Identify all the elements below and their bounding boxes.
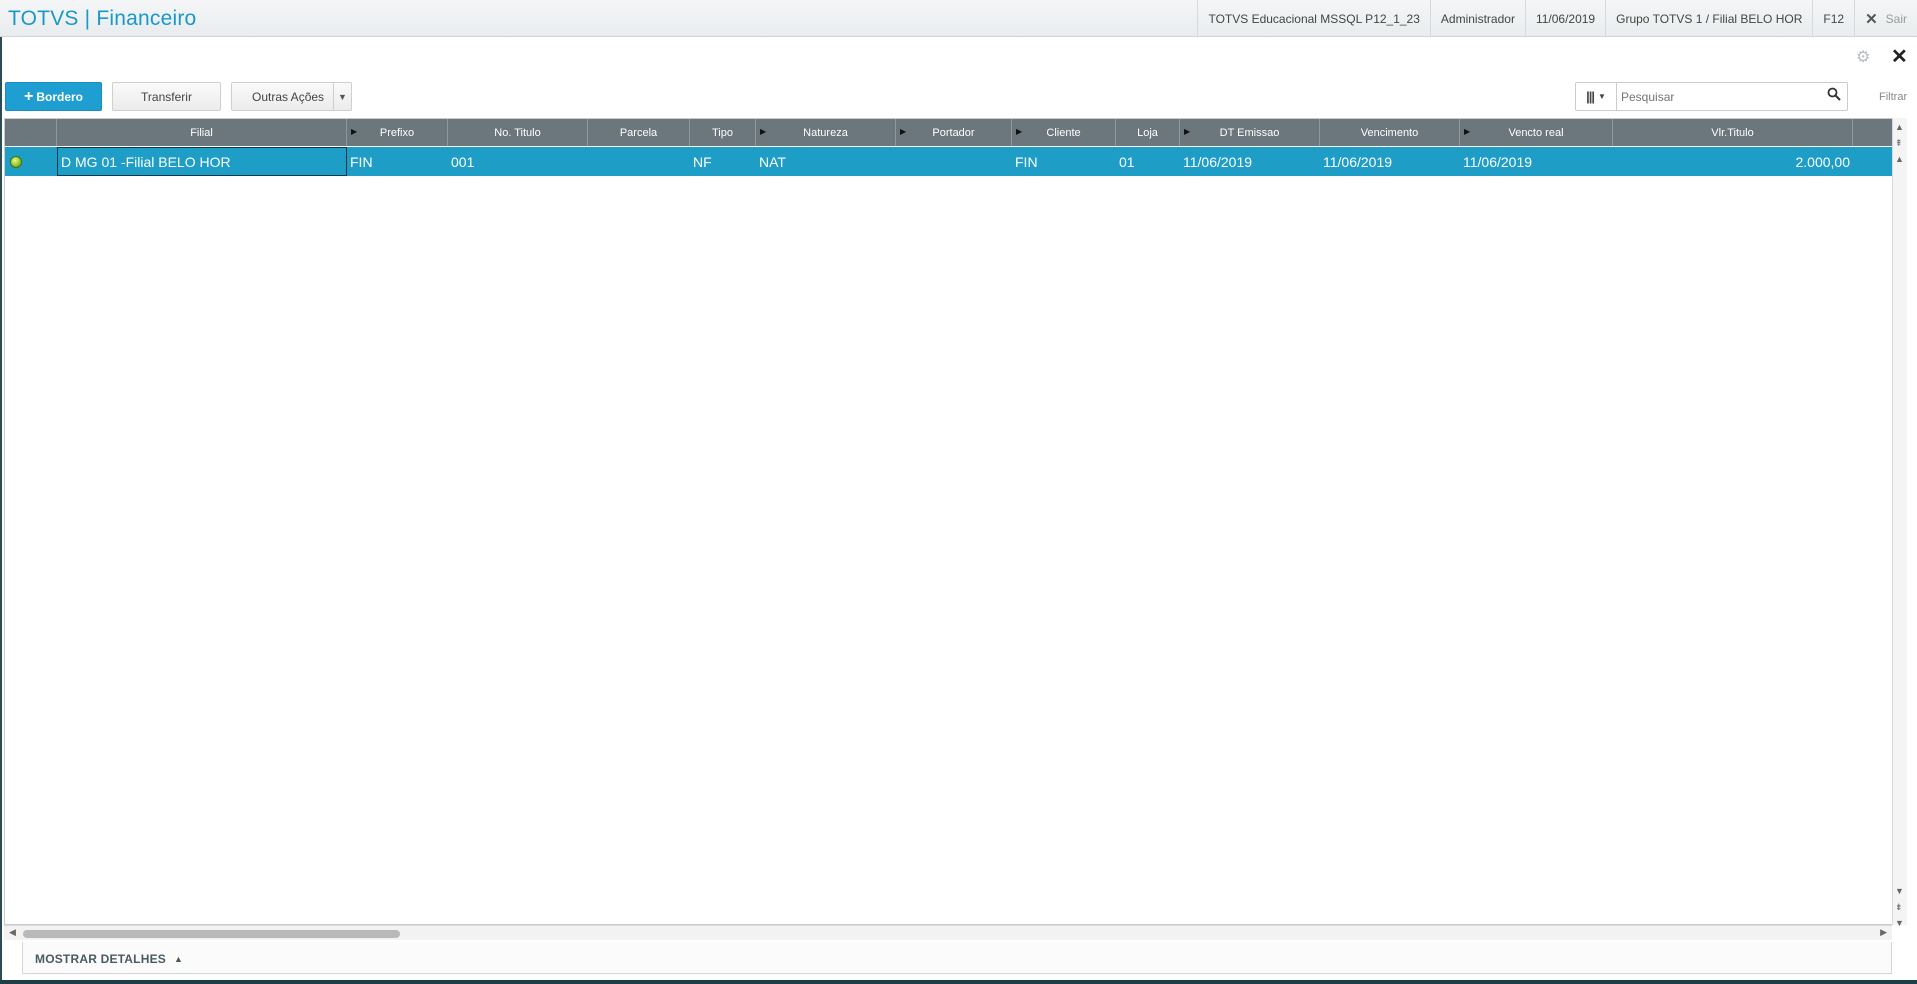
chevron-down-icon[interactable]: ▼ <box>333 83 351 110</box>
data-grid: Filial ▶ Prefixo No. Titulo Parcela Tipo … <box>4 118 1895 925</box>
scroll-bottom-icon[interactable]: ▼ <box>1895 918 1904 928</box>
expand-arrow-icon: ▶ <box>351 127 358 136</box>
show-details-label: MOSTRAR DETALHES <box>35 952 166 966</box>
bordero-button[interactable]: + Bordero <box>5 82 102 111</box>
user-label[interactable]: Administrador <box>1429 0 1525 37</box>
transferir-label: Transferir <box>141 89 192 104</box>
search-icon[interactable] <box>1827 87 1841 104</box>
branch-label[interactable]: Grupo TOTVS 1 / Filial BELO HOR <box>1605 0 1812 37</box>
cell-tipo[interactable]: NF <box>690 147 756 176</box>
column-label: Vencto real <box>1508 126 1564 139</box>
window-frame-bottom <box>0 980 1917 984</box>
cell-vlr-titulo[interactable]: 2.000,00 <box>1613 147 1853 176</box>
filter-link[interactable]: Filtrar <box>1879 91 1907 103</box>
window-frame-left <box>0 0 2 984</box>
column-header-vencimento[interactable]: Vencimento <box>1320 119 1460 146</box>
column-header-dt-emissao[interactable]: ▶ DT Emissao <box>1180 119 1320 146</box>
cell-prefixo[interactable]: FIN <box>347 147 448 176</box>
horizontal-scroll-thumb[interactable] <box>23 930 400 938</box>
scroll-up-icon[interactable]: ▲ <box>1895 154 1904 164</box>
session-info: TOTVS Educacional MSSQL P12_1_23 Adminis… <box>1197 0 1917 37</box>
exit-button[interactable]: ✕ Sair <box>1854 0 1917 37</box>
columns-icon: ||| <box>1586 89 1595 104</box>
top-bar: TOTVS | Financeiro TOTVS Educacional MSS… <box>0 0 1917 37</box>
column-label: Cliente <box>1046 126 1081 139</box>
search-box: ||| ▼ <box>1575 82 1848 111</box>
horizontal-scrollbar[interactable]: ◀ ▶ <box>4 925 1892 940</box>
close-window-button[interactable]: ✕ <box>1891 44 1908 69</box>
column-header-filial[interactable]: Filial <box>57 119 347 146</box>
gear-icon[interactable]: ⚙ <box>1856 47 1870 67</box>
scroll-down-icon[interactable]: ▼ <box>1895 886 1904 896</box>
expand-arrow-icon: ▶ <box>1464 127 1471 136</box>
cell-filial[interactable]: D MG 01 -Filial BELO HOR <box>57 147 347 176</box>
show-details-button[interactable]: MOSTRAR DETALHES ▲ <box>35 952 183 966</box>
column-label: Prefixo <box>379 126 415 139</box>
status-green-icon <box>10 156 22 168</box>
expand-arrow-icon: ▶ <box>1016 127 1023 136</box>
scroll-page-up-icon[interactable]: ⇞ <box>1895 138 1903 149</box>
cell-loja[interactable]: 01 <box>1116 147 1180 176</box>
app-title: TOTVS | Financeiro <box>8 7 197 30</box>
details-panel: MOSTRAR DETALHES ▲ <box>22 942 1892 974</box>
bordero-label: Bordero <box>36 89 83 104</box>
column-header-status[interactable] <box>5 119 57 146</box>
table-row[interactable]: D MG 01 -Filial BELO HOR FIN 001 NF NAT … <box>5 147 1894 176</box>
status-cell[interactable] <box>5 147 57 176</box>
expand-arrow-icon: ▶ <box>900 127 907 136</box>
cell-vencto-real[interactable]: 11/06/2019 <box>1460 147 1613 176</box>
vertical-scrollbar[interactable]: ▲ ⇞ ▲ ▼ ⇟ ▼ <box>1892 118 1907 928</box>
cell-cliente[interactable]: FIN <box>1012 147 1116 176</box>
scroll-top-icon[interactable]: ▲ <box>1895 122 1904 132</box>
chevron-down-icon: ▼ <box>1598 92 1606 101</box>
column-label: Portador <box>932 126 975 139</box>
outras-acoes-button[interactable]: Outras Ações ▼ <box>231 82 352 111</box>
column-label: Natureza <box>803 126 848 139</box>
date-label[interactable]: 11/06/2019 <box>1524 0 1605 37</box>
transferir-button[interactable]: Transferir <box>112 82 221 111</box>
column-header-tipo[interactable]: Tipo <box>690 119 756 146</box>
cell-no-titulo[interactable]: 001 <box>448 147 588 176</box>
close-icon: ✕ <box>1865 10 1878 28</box>
shortcut-label[interactable]: F12 <box>1812 0 1854 37</box>
chevron-up-icon: ▲ <box>173 954 184 964</box>
scroll-left-icon[interactable]: ◀ <box>9 927 16 938</box>
column-header-vlr-titulo[interactable]: Vlr.Titulo <box>1613 119 1853 146</box>
column-header-cliente[interactable]: ▶ Cliente <box>1012 119 1116 146</box>
cell-vencimento[interactable]: 11/06/2019 <box>1320 147 1460 176</box>
column-picker[interactable]: ||| ▼ <box>1576 83 1617 110</box>
environment-label[interactable]: TOTVS Educacional MSSQL P12_1_23 <box>1197 0 1429 37</box>
cell-portador[interactable] <box>896 147 1012 176</box>
outras-acoes-label: Outras Ações <box>252 89 325 104</box>
column-header-vencto-real[interactable]: ▶ Vencto real <box>1460 119 1613 146</box>
exit-label: Sair <box>1885 11 1907 26</box>
cell-dt-emissao[interactable]: 11/06/2019 <box>1180 147 1320 176</box>
column-header-natureza[interactable]: ▶ Natureza <box>756 119 896 146</box>
expand-arrow-icon: ▶ <box>760 127 767 136</box>
grid-header: Filial ▶ Prefixo No. Titulo Parcela Tipo … <box>5 119 1894 146</box>
scroll-page-down-icon[interactable]: ⇟ <box>1895 902 1903 913</box>
column-label: DT Emissao <box>1219 126 1280 139</box>
cell-natureza[interactable]: NAT <box>756 147 896 176</box>
column-header-portador[interactable]: ▶ Portador <box>896 119 1012 146</box>
column-header-no-titulo[interactable]: No. Titulo <box>448 119 588 146</box>
plus-icon: + <box>23 87 34 105</box>
scroll-right-icon[interactable]: ▶ <box>1880 927 1887 938</box>
search-input[interactable] <box>1621 87 1821 106</box>
column-header-loja[interactable]: Loja <box>1116 119 1180 146</box>
expand-arrow-icon: ▶ <box>1184 127 1191 136</box>
column-header-parcela[interactable]: Parcela <box>588 119 690 146</box>
cell-parcela[interactable] <box>588 147 690 176</box>
column-header-prefixo[interactable]: ▶ Prefixo <box>347 119 448 146</box>
